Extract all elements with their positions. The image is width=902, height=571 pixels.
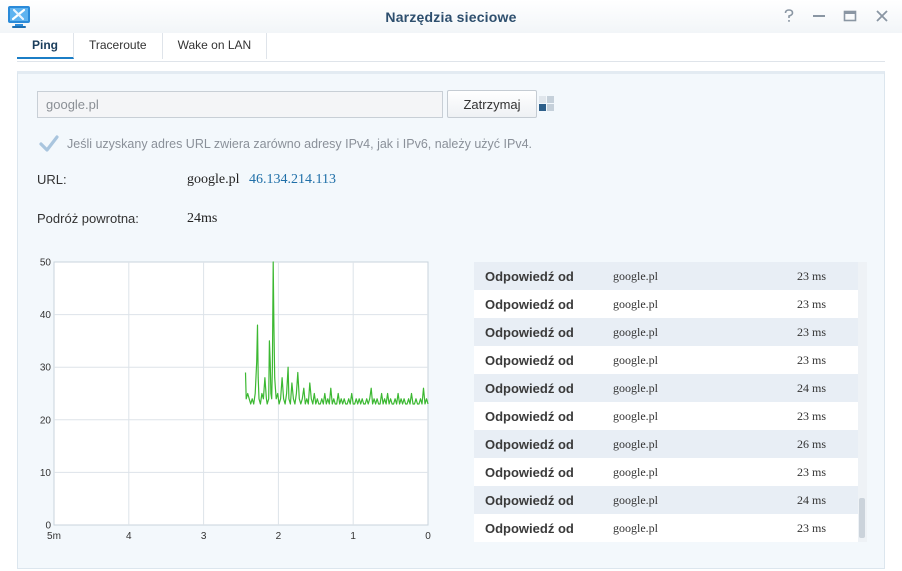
tab-wake-on-lan[interactable]: Wake on LAN xyxy=(163,33,268,59)
result-host: google.pl xyxy=(613,268,658,283)
results-list: Odpowiedź od google.pl 23 ms Odpowiedź od go… xyxy=(474,262,858,542)
result-host: google.pl xyxy=(613,436,658,451)
chart-y-tick-label: 30 xyxy=(40,363,52,374)
chart-x-tick-label: 2 xyxy=(276,531,282,542)
result-row: Odpowiedź od google.pl 23 ms xyxy=(474,262,858,290)
result-label: Odpowiedź od xyxy=(485,408,574,424)
title-bar: Narzędzia sieciowe xyxy=(0,0,902,33)
result-time: 23 ms xyxy=(797,408,827,423)
close-icon[interactable] xyxy=(873,7,891,25)
result-label: Odpowiedź od xyxy=(485,436,574,452)
scrollbar-thumb[interactable] xyxy=(859,498,865,538)
url-ip: 46.134.214.113 xyxy=(249,172,336,187)
chart-x-tick-label: 3 xyxy=(201,531,207,542)
chart-y-tick-label: 0 xyxy=(45,521,51,532)
result-host: google.pl xyxy=(613,408,658,423)
maximize-icon[interactable] xyxy=(841,7,859,25)
result-time: 26 ms xyxy=(797,436,827,451)
result-row: Odpowiedź od google.pl 23 ms xyxy=(474,402,858,430)
chart-y-tick-label: 20 xyxy=(40,415,52,426)
result-label: Odpowiedź od xyxy=(485,296,574,312)
result-host: google.pl xyxy=(613,380,658,395)
result-row: Odpowiedź od google.pl 23 ms xyxy=(474,514,858,542)
chart-y-tick-label: 10 xyxy=(40,468,52,479)
result-label: Odpowiedź od xyxy=(485,324,574,340)
url-host: google.pl xyxy=(187,172,240,187)
result-host: google.pl xyxy=(613,352,658,367)
url-label: URL: xyxy=(37,172,67,187)
chart-y-tick-label: 50 xyxy=(40,258,52,269)
chart-y-tick-label: 40 xyxy=(40,310,52,321)
result-label: Odpowiedź od xyxy=(485,352,574,368)
result-time: 23 ms xyxy=(797,296,827,311)
result-row: Odpowiedź od google.pl 23 ms xyxy=(474,346,858,374)
stop-button[interactable]: Zatrzymaj xyxy=(447,90,537,118)
chart-x-tick-label: 0 xyxy=(425,531,431,542)
result-label: Odpowiedź od xyxy=(485,268,574,284)
tab-divider xyxy=(17,61,885,62)
result-time: 24 ms xyxy=(797,492,827,507)
results-scrollbar[interactable] xyxy=(858,262,867,542)
rtt-label: Podróż powrotna: xyxy=(37,211,139,226)
tab-traceroute[interactable]: Traceroute xyxy=(74,33,163,59)
result-time: 23 ms xyxy=(797,352,827,367)
prefer-ipv4-label: Jeśli uzyskany adres URL zwiera zarówno … xyxy=(67,137,533,151)
minimize-icon[interactable] xyxy=(810,7,828,25)
ping-chart: 5m 4 3 2 1 001020304050 xyxy=(40,258,431,543)
tab-ping[interactable]: Ping xyxy=(17,33,74,59)
result-time: 24 ms xyxy=(797,380,827,395)
chart-x-tick-label: 4 xyxy=(126,531,132,542)
result-time: 23 ms xyxy=(797,464,827,479)
tab-bar: Ping Traceroute Wake on LAN xyxy=(17,33,268,59)
result-row: Odpowiedź od google.pl 26 ms xyxy=(474,430,858,458)
result-host: google.pl xyxy=(613,324,658,339)
result-label: Odpowiedź od xyxy=(485,492,574,508)
help-icon[interactable] xyxy=(780,7,798,25)
result-host: google.pl xyxy=(613,296,658,311)
rtt-value: 24ms xyxy=(187,211,218,226)
loading-icon xyxy=(539,96,555,112)
chart-x-tick-label: 1 xyxy=(350,531,356,542)
result-row: Odpowiedź od google.pl 23 ms xyxy=(474,458,858,486)
result-host: google.pl xyxy=(613,520,658,535)
result-label: Odpowiedź od xyxy=(485,380,574,396)
host-input[interactable] xyxy=(37,91,443,118)
result-row: Odpowiedź od google.pl 23 ms xyxy=(474,290,858,318)
result-host: google.pl xyxy=(613,492,658,507)
result-row: Odpowiedź od google.pl 23 ms xyxy=(474,318,858,346)
result-row: Odpowiedź od google.pl 24 ms xyxy=(474,374,858,402)
result-row: Odpowiedź od google.pl 24 ms xyxy=(474,486,858,514)
result-time: 23 ms xyxy=(797,268,827,283)
result-time: 23 ms xyxy=(797,324,827,339)
result-label: Odpowiedź od xyxy=(485,520,574,536)
chart-x-tick-label: 5m xyxy=(47,531,61,542)
window-title: Narzędzia sieciowe xyxy=(385,9,517,25)
result-host: google.pl xyxy=(613,464,658,479)
result-time: 23 ms xyxy=(797,520,827,535)
prefer-ipv4-checkbox[interactable] xyxy=(39,134,59,154)
result-label: Odpowiedź od xyxy=(485,464,574,480)
